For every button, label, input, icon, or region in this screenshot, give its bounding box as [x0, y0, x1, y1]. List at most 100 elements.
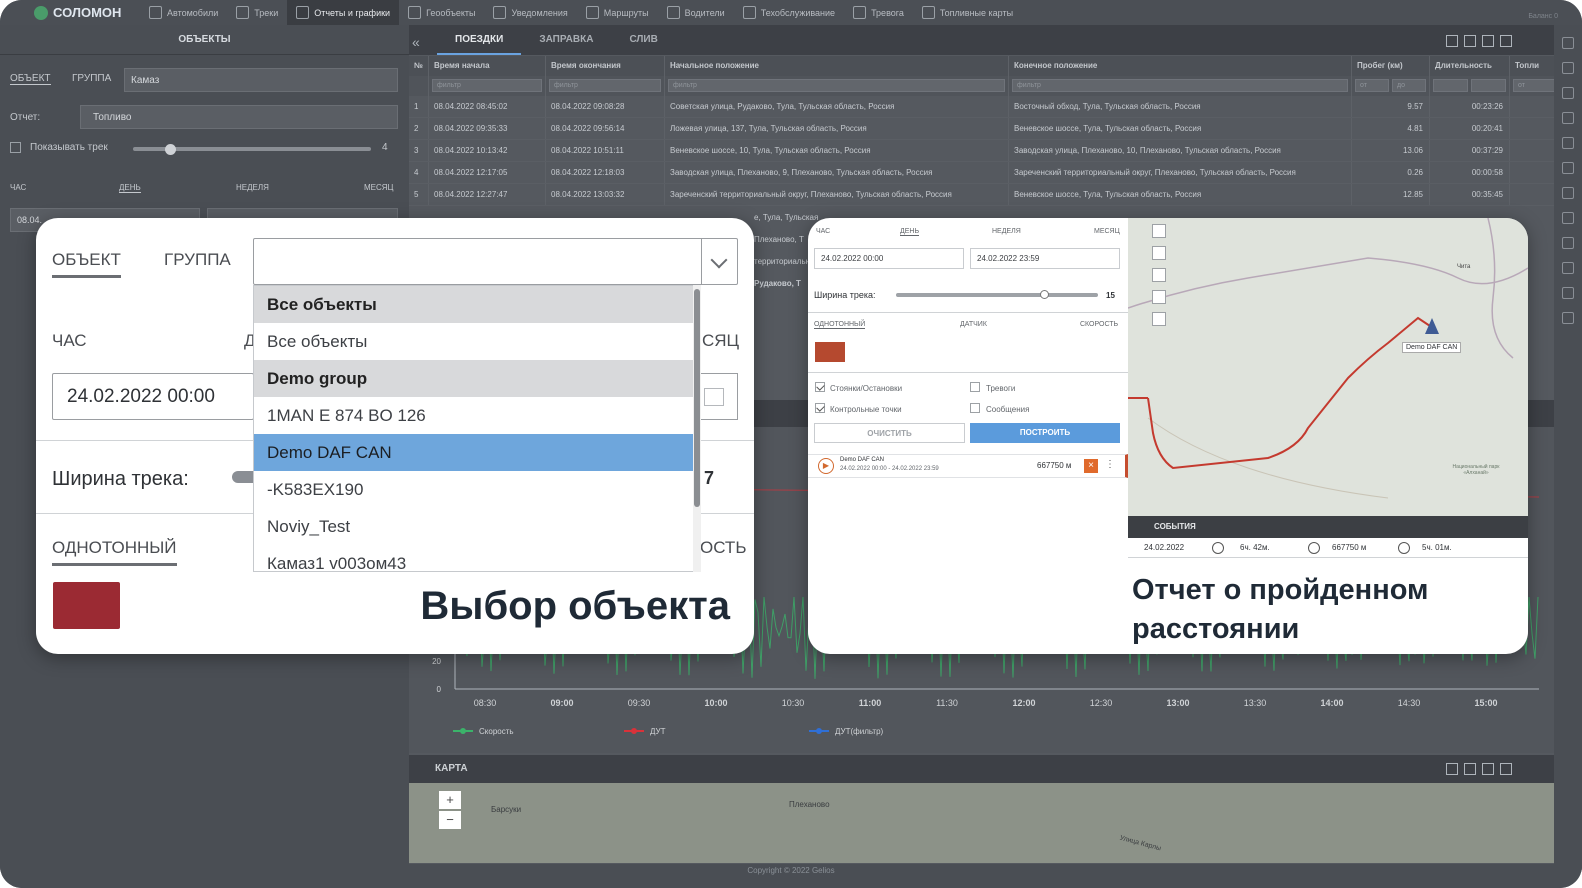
tab-trips[interactable]: ПОЕЗДКИ	[437, 25, 522, 55]
map-close-icon[interactable]	[1446, 763, 1458, 775]
card1-mode-mono[interactable]: ОДНОТОННЫЙ	[52, 538, 177, 566]
table-row[interactable]: 2 08.04.2022 09:35:33 08.04.2022 09:56:14 Л…	[409, 118, 1582, 140]
sidepanel-period-month[interactable]: МЕСЯЦ	[364, 183, 393, 192]
column-header[interactable]: Начальное положение	[665, 56, 1009, 76]
card1-mode-speed-partial[interactable]: ОСТЬ	[700, 538, 746, 558]
column-header[interactable]: Пробег (км)	[1352, 56, 1430, 76]
dropdown-group-header[interactable]: Demo group	[254, 360, 699, 397]
document-icon[interactable]	[1562, 162, 1574, 174]
export-icon[interactable]	[1562, 87, 1574, 99]
nav-item-7[interactable]: Техобслуживание	[734, 0, 844, 25]
card2-period-day[interactable]: ДЕНЬ	[900, 228, 920, 236]
filter-input[interactable]: фильтр	[668, 79, 1005, 92]
dropdown-option[interactable]: -K583EX190	[254, 471, 699, 508]
card1-calendar-button[interactable]	[696, 373, 738, 420]
table-row[interactable]: 4 08.04.2022 12:17:05 08.04.2022 12:18:03 З…	[409, 162, 1582, 184]
table-row[interactable]: 1 08.04.2022 08:45:02 08.04.2022 09:08:28 С…	[409, 96, 1582, 118]
card1-date-input[interactable]: 24.02.2022 00:00	[52, 373, 254, 420]
dropdown-option[interactable]: Noviy_Test	[254, 508, 699, 545]
nav-item-1[interactable]: Треки	[227, 0, 287, 25]
language-icon[interactable]	[1562, 237, 1574, 249]
dropdown-option[interactable]: Demo DAF CAN	[254, 434, 699, 471]
nav-item-0[interactable]: Автомобили	[140, 0, 227, 25]
card2-slider-knob[interactable]	[1040, 290, 1049, 299]
filter-input[interactable]: фильтр	[549, 79, 661, 92]
table-row[interactable]: 3 08.04.2022 10:13:42 08.04.2022 10:51:11 В…	[409, 140, 1582, 162]
sidepanel-object-input[interactable]: Камаз	[124, 68, 398, 92]
fuel-icon[interactable]	[1562, 287, 1574, 299]
nav-item-8[interactable]: Тревога	[844, 0, 913, 25]
card2-color-swatch[interactable]	[815, 342, 845, 362]
build-button[interactable]: ПОСТРОИТЬ	[970, 423, 1120, 443]
search-icon[interactable]	[1562, 37, 1574, 49]
list-view-icon[interactable]	[1464, 35, 1476, 47]
filter-duration-from[interactable]	[1433, 79, 1468, 92]
chevron-down-icon[interactable]	[701, 239, 737, 284]
clear-button[interactable]: ОЧИСТИТЬ	[814, 423, 965, 443]
nav-item-2[interactable]: Отчеты и графики	[287, 0, 400, 25]
event-row[interactable]: 24.02.2022 6ч. 42м. 667750 м 5ч. 01м.	[1128, 538, 1528, 558]
report-select[interactable]: Топливо	[80, 105, 398, 129]
sidepanel-tab-object[interactable]: ОБЪЕКТ	[10, 73, 51, 85]
sidepanel-period-day[interactable]: ДЕНЬ	[119, 183, 141, 193]
app-logo[interactable]: СОЛОМОН	[0, 5, 140, 20]
column-header[interactable]: №	[409, 56, 429, 76]
filter-input[interactable]: фильтр	[1012, 79, 1348, 92]
nav-item-3[interactable]: Геообъекты	[399, 0, 484, 25]
vehicle-marker-icon[interactable]	[1425, 318, 1439, 334]
card2-map[interactable]: Demo DAF CAN Чита Национальный парк «Алх…	[1127, 218, 1528, 516]
object-select[interactable]	[253, 238, 738, 285]
nav-item-5[interactable]: Маршруты	[577, 0, 658, 25]
map-zoom-out-button[interactable]: −	[439, 811, 461, 829]
support-icon[interactable]	[1562, 262, 1574, 274]
dropdown-option[interactable]: Камаз1 v003ом43	[254, 545, 699, 571]
more-options-icon[interactable]: ⋮	[1105, 459, 1115, 470]
map-print-icon[interactable]	[1152, 268, 1166, 282]
column-header[interactable]: Длительность	[1430, 56, 1510, 76]
checkpoints-checkbox[interactable]	[815, 403, 825, 413]
map-maximize-icon[interactable]	[1500, 763, 1512, 775]
bottom-map[interactable]: + − Барсуки Плеханово Улица Карлы	[409, 783, 1582, 863]
dropdown-scrollbar[interactable]	[693, 285, 701, 572]
alarms-checkbox[interactable]	[970, 382, 980, 392]
card2-mode-speed[interactable]: СКОРОСТЬ	[1080, 321, 1118, 328]
nav-item-4[interactable]: Уведомления	[484, 0, 576, 25]
nav-item-9[interactable]: Топливные карты	[913, 0, 1022, 25]
filter-duration-to[interactable]	[1471, 79, 1506, 92]
filter-from-input[interactable]: от	[1355, 79, 1389, 92]
card1-tab-object[interactable]: ОБЪЕКТ	[52, 250, 121, 278]
map-zoom-in-button[interactable]: +	[439, 791, 461, 809]
close-window-icon[interactable]	[1446, 35, 1458, 47]
menu-icon[interactable]	[1562, 62, 1574, 74]
nav-item-6[interactable]: Водители	[658, 0, 734, 25]
track-list-item[interactable]: ▶ Demo DAF CAN 24.02.2022 00:00 - 24.02.…	[808, 454, 1128, 478]
column-header[interactable]: Время окончания	[546, 56, 665, 76]
maximize-icon[interactable]	[1500, 35, 1512, 47]
settings-icon[interactable]	[1562, 212, 1574, 224]
dropdown-option[interactable]: 1MAN E 874 BO 126	[254, 397, 699, 434]
card1-tab-group[interactable]: ГРУППА	[164, 250, 231, 270]
sidepanel-slider-knob[interactable]	[165, 144, 176, 155]
card1-period-month-partial[interactable]: СЯЦ	[702, 331, 739, 351]
sidepanel-period-week[interactable]: НЕДЕЛЯ	[236, 183, 269, 192]
table-row[interactable]: 5 08.04.2022 12:27:47 08.04.2022 13:03:32 З…	[409, 184, 1582, 206]
card2-period-week[interactable]: НЕДЕЛЯ	[992, 228, 1021, 235]
show-track-checkbox[interactable]	[10, 142, 21, 153]
info-icon[interactable]	[1562, 137, 1574, 149]
card1-color-swatch[interactable]	[53, 582, 120, 629]
dropdown-scroll-thumb[interactable]	[694, 289, 700, 507]
card2-mode-sensor[interactable]: ДАТЧИК	[960, 321, 987, 328]
tab-refuel[interactable]: ЗАПРАВКА	[521, 25, 611, 55]
filter-to-input[interactable]: до	[1392, 79, 1426, 92]
stops-checkbox[interactable]	[815, 382, 825, 392]
sidepanel-period-hour[interactable]: ЧАС	[10, 183, 26, 192]
collapse-panel-icon[interactable]: «	[412, 34, 420, 50]
map-fullscreen-icon[interactable]	[1152, 290, 1166, 304]
list-icon[interactable]	[1562, 187, 1574, 199]
messages-checkbox[interactable]	[970, 403, 980, 413]
map-ruler-icon[interactable]	[1152, 312, 1166, 326]
column-header[interactable]: Время начала	[429, 56, 546, 76]
play-icon[interactable]: ▶	[818, 458, 834, 474]
split-view-icon[interactable]	[1482, 35, 1494, 47]
list-alt-icon[interactable]	[1562, 312, 1574, 324]
